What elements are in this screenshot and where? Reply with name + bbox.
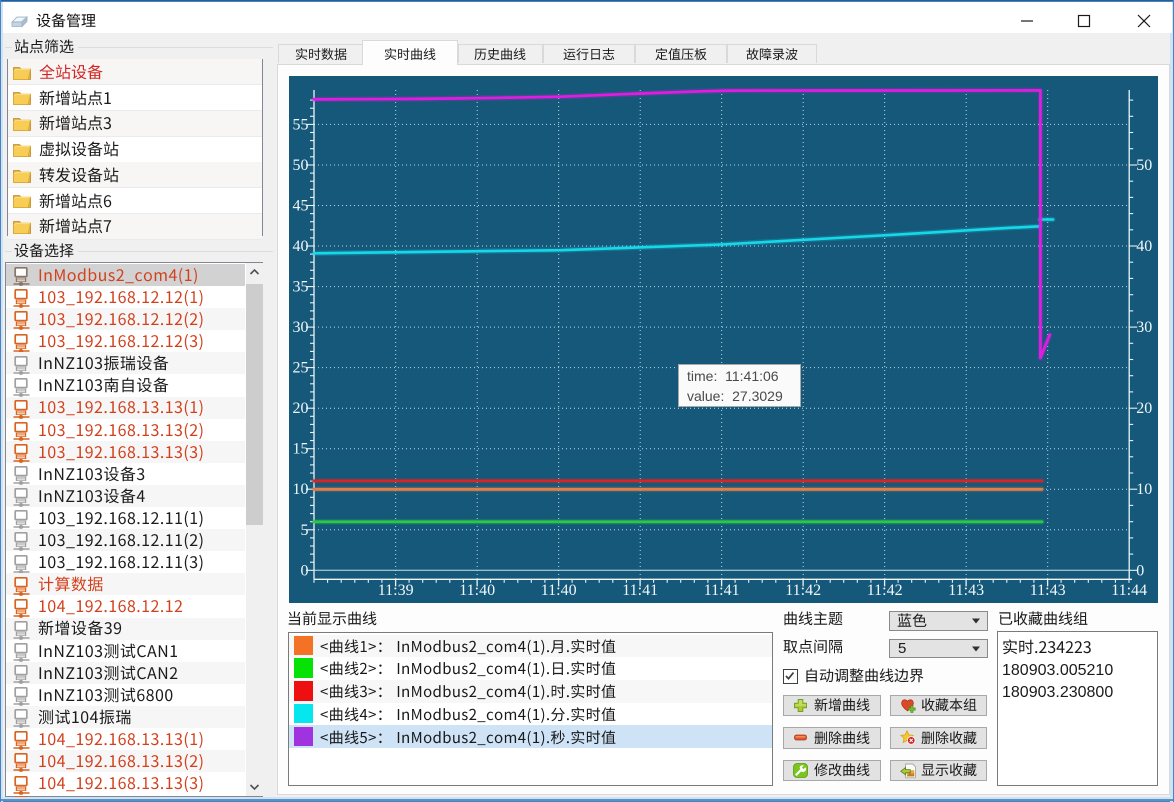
svg-text:50: 50 xyxy=(293,157,309,174)
svg-text:11:43: 11:43 xyxy=(948,582,984,599)
svg-text:20: 20 xyxy=(1136,400,1152,417)
svg-text:11:41: 11:41 xyxy=(622,582,658,599)
svg-text:30: 30 xyxy=(1136,319,1152,336)
svg-text:0: 0 xyxy=(1136,562,1144,579)
svg-text:40: 40 xyxy=(1136,238,1152,255)
svg-text:0: 0 xyxy=(301,562,309,579)
svg-text:11:41: 11:41 xyxy=(704,582,740,599)
svg-text:11:44: 11:44 xyxy=(1111,582,1147,599)
svg-text:11:43: 11:43 xyxy=(1030,582,1066,599)
svg-text:25: 25 xyxy=(293,360,309,377)
svg-text:20: 20 xyxy=(293,400,309,417)
svg-text:45: 45 xyxy=(293,198,309,215)
svg-text:10: 10 xyxy=(293,481,309,498)
svg-text:30: 30 xyxy=(293,319,309,336)
svg-text:10: 10 xyxy=(1136,481,1152,498)
svg-text:15: 15 xyxy=(293,441,309,458)
svg-text:40: 40 xyxy=(293,238,309,255)
svg-text:11:39: 11:39 xyxy=(378,582,414,599)
svg-text:35: 35 xyxy=(293,279,309,296)
svg-text:55: 55 xyxy=(293,116,309,133)
svg-text:5: 5 xyxy=(301,522,309,539)
svg-text:11:40: 11:40 xyxy=(459,582,495,599)
svg-text:11:42: 11:42 xyxy=(867,582,903,599)
svg-text:50: 50 xyxy=(1136,157,1152,174)
svg-text:11:42: 11:42 xyxy=(785,582,821,599)
svg-text:11:40: 11:40 xyxy=(541,582,577,599)
